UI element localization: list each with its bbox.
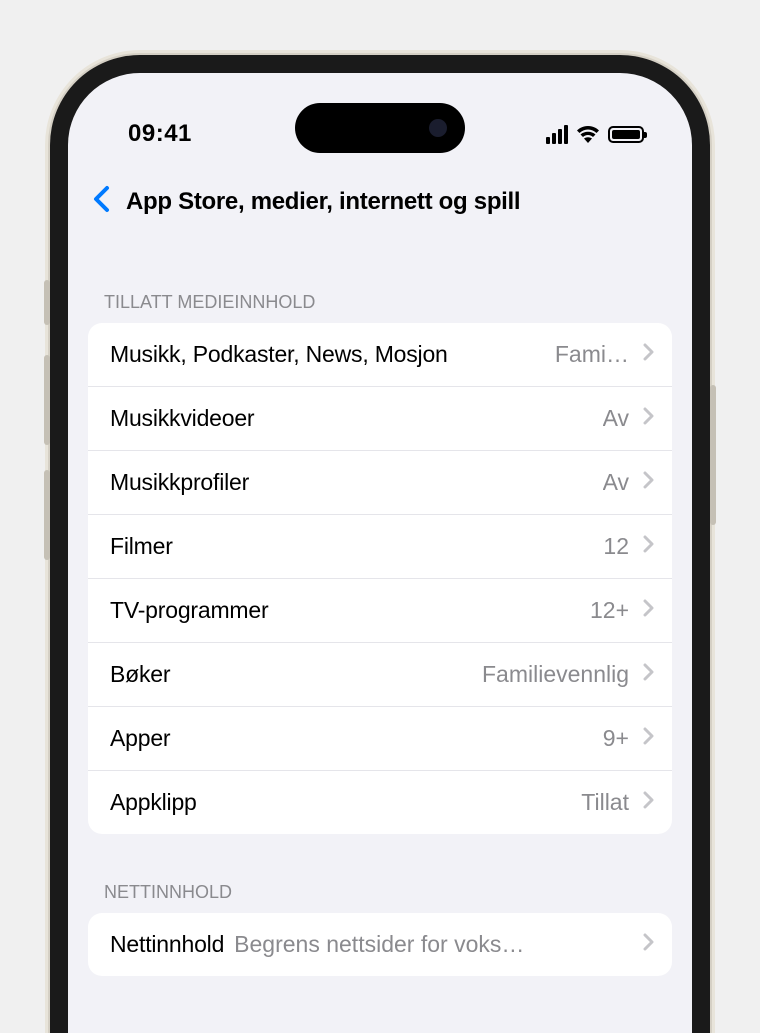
- row-app-clips[interactable]: Appklipp Tillat: [88, 771, 672, 834]
- row-label: Nettinnhold: [110, 931, 224, 958]
- chevron-right-icon: [643, 343, 654, 366]
- row-label: Filmer: [110, 533, 593, 560]
- section-header-web-content: NETTINNHOLD: [68, 834, 692, 913]
- status-icons: [546, 125, 644, 144]
- back-button[interactable]: [88, 181, 114, 222]
- phone-screen: 09:41: [68, 73, 692, 1033]
- status-time: 09:41: [128, 120, 192, 148]
- volume-up-button: [44, 355, 50, 445]
- chevron-right-icon: [643, 791, 654, 814]
- power-button: [710, 385, 716, 525]
- chevron-right-icon: [643, 471, 654, 494]
- chevron-right-icon: [643, 663, 654, 686]
- wifi-icon: [576, 125, 600, 143]
- row-label: Bøker: [110, 661, 472, 688]
- row-value: 12: [603, 533, 629, 560]
- row-value: Av: [603, 405, 629, 432]
- row-apps[interactable]: Apper 9+: [88, 707, 672, 771]
- row-music-videos[interactable]: Musikkvideoer Av: [88, 387, 672, 451]
- section-header-allowed-media: TILLATT MEDIEINNHOLD: [68, 244, 692, 323]
- row-value: Tillat: [581, 789, 629, 816]
- chevron-right-icon: [643, 727, 654, 750]
- silence-switch: [44, 280, 50, 325]
- row-value: Familievennlig: [482, 661, 629, 688]
- phone-frame: 09:41: [50, 55, 710, 1033]
- page-title: App Store, medier, internett og spill: [126, 188, 520, 216]
- chevron-right-icon: [643, 535, 654, 558]
- row-web-content[interactable]: Nettinnhold Begrens nettsider for voks…: [88, 913, 672, 976]
- chevron-right-icon: [643, 407, 654, 430]
- chevron-right-icon: [643, 933, 654, 956]
- row-movies[interactable]: Filmer 12: [88, 515, 672, 579]
- row-value: Av: [603, 469, 629, 496]
- row-value: 9+: [603, 725, 629, 752]
- nav-header: App Store, medier, internett og spill: [68, 163, 692, 244]
- row-books[interactable]: Bøker Familievennlig: [88, 643, 672, 707]
- row-value: 12+: [590, 597, 629, 624]
- row-value: Begrens nettsider for voks…: [234, 931, 629, 958]
- chevron-right-icon: [643, 599, 654, 622]
- settings-group-web-content: Nettinnhold Begrens nettsider for voks…: [88, 913, 672, 976]
- cellular-icon: [546, 125, 568, 144]
- row-label: Apper: [110, 725, 593, 752]
- row-tv-programs[interactable]: TV-programmer 12+: [88, 579, 672, 643]
- settings-group-allowed-media: Musikk, Podkaster, News, Mosjon Fami… Mu…: [88, 323, 672, 834]
- row-music-profiles[interactable]: Musikkprofiler Av: [88, 451, 672, 515]
- row-label: Musikkvideoer: [110, 405, 593, 432]
- dynamic-island: [295, 103, 465, 153]
- row-value: Fami…: [555, 341, 629, 368]
- battery-icon: [608, 126, 644, 143]
- row-label: TV-programmer: [110, 597, 580, 624]
- row-label: Musikkprofiler: [110, 469, 593, 496]
- row-music-podcasts-news[interactable]: Musikk, Podkaster, News, Mosjon Fami…: [88, 323, 672, 387]
- row-label: Musikk, Podkaster, News, Mosjon: [110, 341, 545, 368]
- row-label: Appklipp: [110, 789, 571, 816]
- volume-down-button: [44, 470, 50, 560]
